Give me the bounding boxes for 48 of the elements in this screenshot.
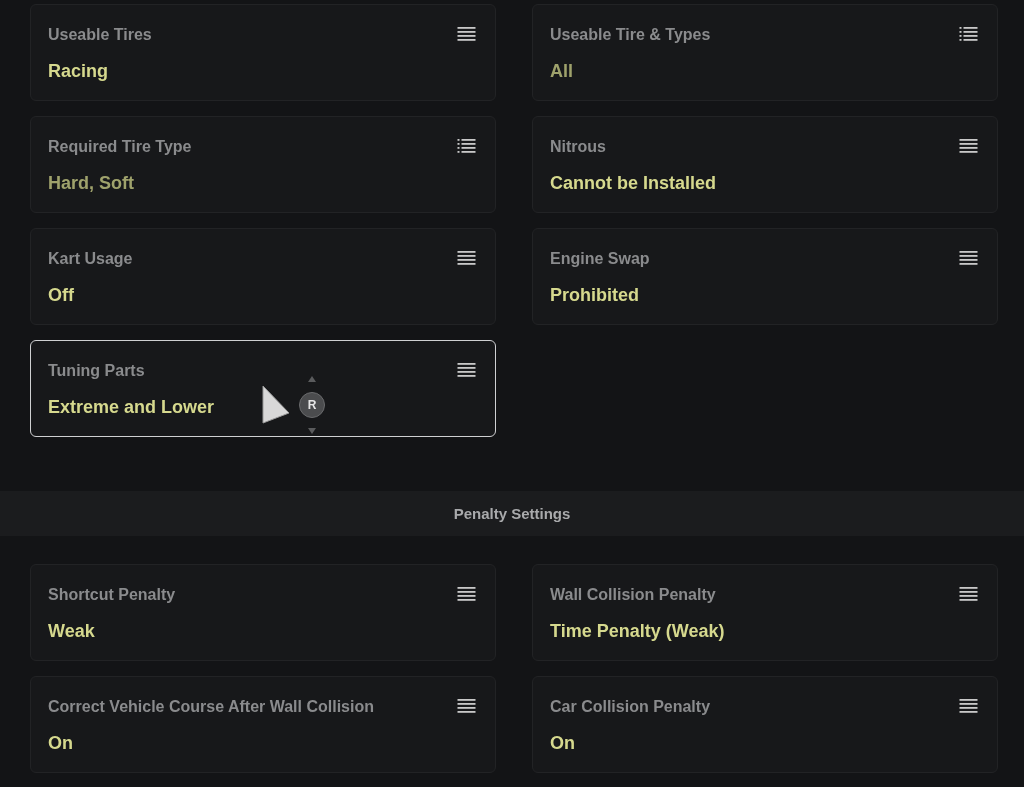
setting-card[interactable]: Tuning Parts Extreme and Lower R [30,340,496,437]
setting-label: Correct Vehicle Course After Wall Collision [48,698,374,716]
bulleted-list-icon[interactable] [457,138,476,154]
setting-label: Tuning Parts [48,362,145,380]
setting-value: Racing [48,61,108,82]
menu-icon[interactable] [457,586,476,602]
setting-label: Shortcut Penalty [48,586,176,604]
setting-value: Cannot be Installed [550,173,717,194]
menu-icon[interactable] [959,250,978,266]
setting-label: Required Tire Type [48,138,192,156]
setting-value: Hard, Soft [48,173,134,194]
button-letter: R [307,398,317,412]
setting-card[interactable]: Car Collision Penalty On [532,676,998,773]
setting-card[interactable]: Correct Vehicle Course After Wall Collision On [30,676,496,773]
setting-value: Prohibited [550,285,639,306]
setting-card[interactable]: Useable Tires Racing [30,4,496,101]
setting-label: Wall Collision Penalty [550,586,716,604]
menu-icon[interactable] [959,138,978,154]
setting-card[interactable]: Shortcut Penalty Weak [30,564,496,661]
setting-value: On [550,733,575,754]
setting-card[interactable]: Useable Tire & Types All [532,4,998,101]
bulleted-list-icon[interactable] [959,26,978,42]
setting-label: Useable Tires [48,26,152,44]
setting-card[interactable]: Wall Collision Penalty Time Penalty (Weak) [532,564,998,661]
menu-icon[interactable] [959,698,978,714]
menu-icon[interactable] [457,698,476,714]
setting-card[interactable]: Nitrous Cannot be Installed [532,116,998,213]
section-title: Penalty Settings [453,505,571,522]
setting-value: Off [48,285,74,306]
setting-card[interactable]: Kart Usage Off [30,228,496,325]
setting-value: On [48,733,73,754]
setting-label: Useable Tire & Types [550,26,711,44]
setting-label: Nitrous [550,138,606,156]
setting-label: Kart Usage [48,250,133,268]
menu-icon[interactable] [457,250,476,266]
menu-icon[interactable] [457,362,476,378]
up-down-arrows-icon [306,375,318,435]
setting-label: Car Collision Penalty [550,698,711,716]
setting-value: All [550,61,573,82]
setting-card[interactable]: Engine Swap Prohibited [532,228,998,325]
pointer-icon [261,385,291,425]
setting-card[interactable]: Required Tire Type Hard, Soft [30,116,496,213]
setting-value: Time Penalty (Weak) [550,621,725,642]
menu-icon[interactable] [457,26,476,42]
menu-icon[interactable] [959,586,978,602]
setting-value: Extreme and Lower [48,397,215,418]
setting-value: Weak [48,621,95,642]
setting-label: Engine Swap [550,250,650,268]
